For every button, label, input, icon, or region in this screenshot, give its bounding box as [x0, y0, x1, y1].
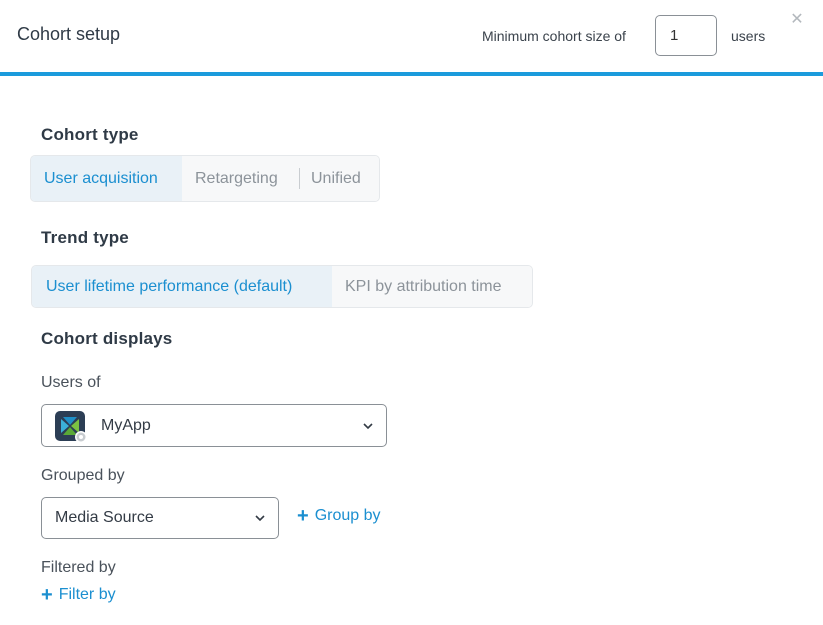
cohort-type-user-acquisition[interactable]: User acquisition [31, 156, 182, 201]
grouped-by-dropdown[interactable]: Media Source [41, 497, 279, 539]
users-of-label: Users of [41, 374, 101, 391]
users-of-dropdown[interactable]: MyApp [41, 404, 387, 447]
plus-icon: + [297, 505, 309, 527]
close-icon[interactable]: ✕ [789, 10, 805, 30]
group-by-link-label: Group by [314, 507, 381, 524]
add-filter-by-button[interactable]: + Filter by [41, 584, 116, 606]
selected-app-name: MyApp [101, 416, 151, 434]
modal-title: Cohort setup [17, 24, 121, 44]
chevron-down-icon [363, 422, 373, 429]
chevron-down-icon [255, 515, 265, 522]
filtered-by-label: Filtered by [41, 559, 116, 576]
modal-header: Cohort setup Minimum cohort size of user… [0, 0, 823, 76]
trend-type-title: Trend type [41, 228, 129, 247]
cohort-type-selector: User acquisition Retargeting Unified [30, 155, 380, 202]
cohort-type-title: Cohort type [41, 125, 139, 144]
users-unit-label: users [731, 28, 766, 44]
cohort-setup-modal: Cohort setup Minimum cohort size of user… [0, 0, 823, 625]
filter-by-link-label: Filter by [58, 586, 116, 603]
trend-type-lifetime-performance[interactable]: User lifetime performance (default) [32, 266, 332, 307]
min-cohort-size-label: Minimum cohort size of [482, 28, 626, 44]
cohort-type-unified[interactable]: Unified [299, 156, 379, 201]
min-cohort-size-input[interactable] [655, 15, 717, 56]
app-logo-icon [55, 410, 87, 443]
cohort-displays-title: Cohort displays [41, 329, 173, 348]
add-group-by-button[interactable]: + Group by [297, 505, 381, 527]
grouped-by-label: Grouped by [41, 467, 125, 484]
trend-type-kpi-attribution[interactable]: KPI by attribution time [332, 266, 532, 307]
grouped-by-value: Media Source [55, 509, 154, 526]
cohort-type-retargeting[interactable]: Retargeting [182, 156, 299, 201]
plus-icon: + [41, 584, 53, 606]
trend-type-selector: User lifetime performance (default) KPI … [31, 265, 533, 308]
